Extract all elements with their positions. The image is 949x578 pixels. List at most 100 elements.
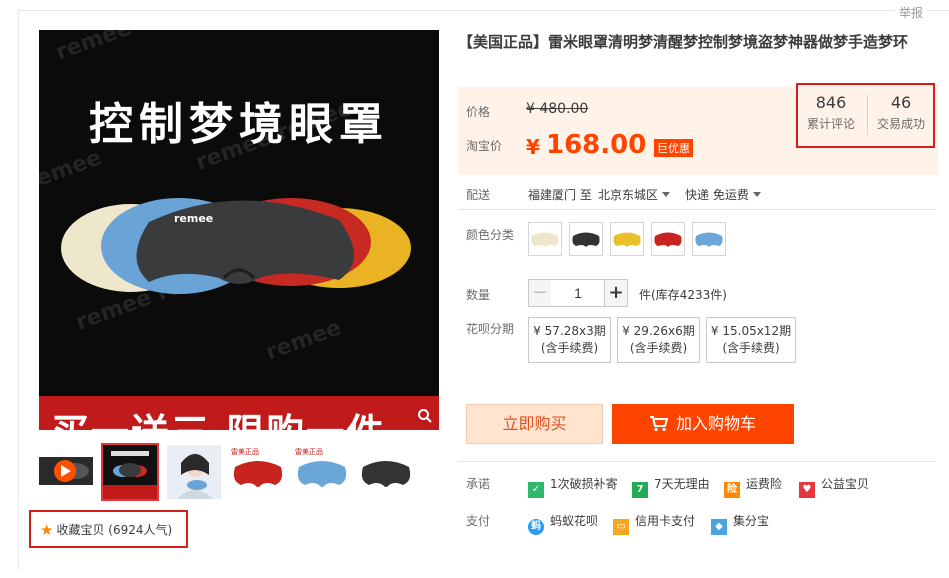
installment-price: ¥ 29.26x6期 [622,324,695,338]
promise-freight-insurance[interactable]: 险运费险 [724,475,782,498]
sales-stats: 846 累计评论 46 交易成功 [796,83,935,148]
eye-masks-illustration: remee [61,198,411,294]
payment-label: 支付 [466,514,491,528]
yellow-mask-image [613,232,641,247]
payment-text: 信用卡支付 [635,514,696,528]
report-link[interactable]: 举报 [894,4,927,21]
reviews-stat[interactable]: 846 累计评论 [798,93,864,132]
payment-credit-card[interactable]: ▭ 信用卡支付 [613,512,695,535]
shipping-destination-select[interactable]: 北京东城区 [598,186,671,203]
product-title: 【美国正品】雷米眼罩清明梦清醒梦控制梦境盗梦神器做梦手造梦环 [458,33,909,51]
swatch-shape [531,232,559,247]
swatch-shape [654,232,682,247]
promise-text: 公益宝贝 [821,477,870,491]
swatch-shape [572,232,600,247]
color-swatch-cream[interactable] [528,222,562,256]
color-swatch-blue[interactable] [692,222,726,256]
promo-banner-text: 买一送三 限购一件 [51,402,386,430]
star-icon: ★ [40,521,54,539]
swatch-shape [695,232,723,247]
installment-option-12[interactable]: ¥ 15.05x12期 (含手续费) [706,317,796,363]
shipping-from: 福建厦门 至 [528,188,592,202]
black-mask-image [572,232,600,247]
zoom-icon[interactable] [417,408,433,424]
promise-charity[interactable]: ♥ 公益宝贝 [799,475,869,498]
svg-text:雷美正品: 雷美正品 [295,447,323,456]
add-to-cart-button[interactable]: 加入购物车 [612,404,794,444]
cart-icon [649,416,669,432]
taobao-price-label: 淘宝价 [466,139,503,153]
brand-mark: remee [174,212,213,225]
thumbnail-model[interactable] [167,445,221,499]
charity-icon: ♥ [799,482,815,498]
payment-huabei[interactable]: 蚂蚂蚁花呗 [528,512,598,535]
red-mask-thumbnail-image: 雷美正品 [231,447,283,487]
chevron-down-icon [662,192,671,197]
favorite-label: 收藏宝贝 (6924人气) [56,523,173,537]
color-label: 颜色分类 [466,228,515,242]
shield-icon: ✓ [528,482,544,498]
thumbnail-black-mask[interactable] [359,445,413,499]
payment-text: 集分宝 [733,514,770,528]
color-swatch-black[interactable] [569,222,603,256]
promise-damage-replacement[interactable]: ✓ 1次破损补寄 [528,475,618,498]
buy-now-button[interactable]: 立即购买 [466,404,603,444]
jifenbao-icon: ◆ [711,519,727,535]
installment-label: 花呗分期 [466,322,515,336]
promo-banner: 买一送三 限购一件 [39,396,439,430]
current-price: 168.00 [546,130,647,160]
sales-count: 46 [890,93,912,112]
thumbnail-red-mask[interactable]: 雷美正品 [231,445,285,499]
shipping-method: 快递 免运费 [685,188,749,202]
blue-mask-thumbnail-image: 雷美正品 [295,447,347,487]
shipping-destination: 北京东城区 [598,188,659,202]
credit-card-icon: ▭ [613,519,629,535]
thumbnail-main[interactable] [101,443,159,501]
reviews-label: 累计评论 [806,117,855,131]
shipping-method-select[interactable]: 快递 免运费 [685,186,761,203]
installment-price: ¥ 57.28x3期 [533,324,606,338]
sales-label: 交易成功 [876,117,925,131]
quantity-increase-button[interactable]: + [604,279,628,307]
color-swatch-yellow[interactable] [610,222,644,256]
current-price-currency: ¥ [526,135,540,159]
image-headline: 控制梦境眼罩 [89,99,389,150]
promise-seven-day-return[interactable]: 7 7天无理由 [632,475,710,498]
payment-text: 蚂蚁花呗 [550,514,599,528]
quantity-decrease-button[interactable]: − [528,279,552,307]
sales-stat: 46 交易成功 [868,93,934,132]
blue-mask-image [695,232,723,247]
divider [458,209,936,210]
promise-text: 7天无理由 [654,477,710,491]
svg-text:雷美正品: 雷美正品 [231,447,259,456]
quantity-label: 数量 [466,288,491,302]
color-swatch-red[interactable] [651,222,685,256]
main-product-image[interactable]: remee remee remee remee remee remee reme… [39,30,439,430]
quantity-input[interactable] [551,279,605,307]
ant-huabei-icon: 蚂 [528,519,544,535]
promise-text: 运费险 [746,477,783,491]
installment-option-6[interactable]: ¥ 29.26x6期 (含手续费) [617,317,700,363]
installment-option-3[interactable]: ¥ 57.28x3期 (含手续费) [528,317,611,363]
reviews-count: 846 [815,93,847,112]
model-thumbnail-image [167,445,221,499]
video-thumbnail-image [39,457,93,485]
chevron-down-icon [752,192,761,197]
installment-fee-note: (含手续费) [629,341,688,355]
main-thumbnail-image [103,445,157,499]
promise-text: 1次破损补寄 [550,477,618,491]
payment-jifenbao[interactable]: ◆ 集分宝 [711,512,769,535]
stock-info: 件(库存4233件) [639,288,727,302]
seven-days-icon: 7 [632,482,648,498]
svg-text:remee remee: remee remee [53,30,216,66]
installment-fee-note: (含手续费) [540,341,599,355]
thumbnail-video[interactable] [39,445,93,499]
swatch-shape [613,232,641,247]
original-price: ¥ 480.00 [526,101,589,117]
thumbnail-blue-mask[interactable]: 雷美正品 [295,445,349,499]
divider [458,461,936,462]
cream-mask-image [531,232,559,247]
promise-label: 承诺 [466,477,491,491]
installment-fee-note: (含手续费) [722,341,780,355]
favorite-button[interactable]: ★ 收藏宝贝 (6924人气) [29,510,188,548]
